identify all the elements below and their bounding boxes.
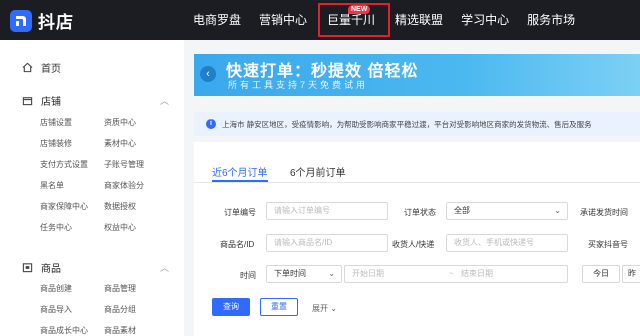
order-status-value: 全部 bbox=[454, 206, 470, 215]
logo-text: 抖店 bbox=[38, 13, 74, 32]
nav-item-learning[interactable]: 学习中心 bbox=[452, 0, 518, 40]
receiver-label: 收货人/快递 bbox=[392, 240, 435, 249]
nav-item-alliance[interactable]: 精选联盟 bbox=[386, 0, 452, 40]
expand-label: 展开 bbox=[312, 304, 328, 313]
sidebar-section-products[interactable]: 商品 ︿ bbox=[22, 260, 169, 275]
home-icon bbox=[22, 62, 33, 73]
sidebar-link[interactable]: 商品成长中心 bbox=[40, 325, 88, 336]
author-label: 买家抖音号 bbox=[588, 240, 628, 249]
today-button[interactable]: 今日 bbox=[582, 265, 620, 283]
sidebar-link[interactable]: 黑名单 bbox=[40, 180, 64, 191]
sidebar-link[interactable]: 商家保障中心 bbox=[40, 201, 88, 212]
time-type-select[interactable]: 下单时间 ⌄ bbox=[266, 265, 342, 283]
chevron-down-icon: ⌄ bbox=[330, 304, 337, 313]
order-no-label: 订单编号 bbox=[224, 208, 256, 217]
nav-item-service-market[interactable]: 服务市场 bbox=[518, 0, 584, 40]
chevron-up-icon[interactable]: ︿ bbox=[160, 94, 169, 107]
sidebar: 首页 店铺 ︿ 店铺设置 资质中心 店铺装修 素材中心 支付方式设置 子账号管理… bbox=[0, 40, 184, 336]
sidebar-link[interactable]: 店铺设置 bbox=[40, 117, 72, 128]
date-separator: ~ bbox=[449, 269, 454, 278]
sidebar-link[interactable]: 资质中心 bbox=[104, 117, 136, 128]
time-label: 时间 bbox=[240, 271, 256, 280]
nav-item-marketing[interactable]: 营销中心 bbox=[250, 0, 316, 40]
order-status-select[interactable]: 全部 ⌄ bbox=[446, 202, 568, 220]
banner-subtitle: 所有工具支持7天免费试用 bbox=[228, 80, 369, 90]
expand-toggle[interactable]: 展开 ⌄ bbox=[312, 303, 337, 314]
main-content: ‹ 快速打单：秒提效 倍轻松 所有工具支持7天免费试用 i 上海市 静安区地区，… bbox=[194, 40, 640, 336]
product-box-icon bbox=[22, 263, 33, 273]
sidebar-link[interactable]: 商品管理 bbox=[104, 283, 136, 294]
chevron-up-icon[interactable]: ︿ bbox=[160, 261, 169, 274]
yesterday-button[interactable]: 昨 bbox=[622, 265, 640, 283]
sidebar-section-label: 店铺 bbox=[41, 97, 61, 108]
time-type-value: 下单时间 bbox=[274, 269, 306, 278]
sidebar-section-label: 商品 bbox=[41, 264, 61, 275]
chevron-down-icon: ⌄ bbox=[328, 269, 335, 278]
sidebar-link[interactable]: 权益中心 bbox=[104, 222, 136, 233]
top-navigation-bar: 抖店 电商罗盘 营销中心 巨量千川 精选联盟 学习中心 服务市场 NEW bbox=[0, 0, 640, 40]
tab-recent-orders[interactable]: 近6个月订单 bbox=[212, 164, 268, 179]
order-status-label: 订单状态 bbox=[404, 208, 436, 217]
order-search-panel: 近6个月订单 6个月前订单 订单编号 请输入订单编号 订单状态 全部 ⌄ 承诺发… bbox=[194, 142, 640, 336]
sidebar-link[interactable]: 支付方式设置 bbox=[40, 159, 88, 170]
sidebar-link[interactable]: 商品创建 bbox=[40, 283, 72, 294]
product-label: 商品名/ID bbox=[220, 240, 255, 249]
date-range-picker[interactable]: 开始日期 ~ 结束日期 bbox=[344, 265, 568, 283]
sidebar-link[interactable]: 商品导入 bbox=[40, 304, 72, 315]
app-logo[interactable]: 抖店 bbox=[10, 8, 74, 33]
notice-bar: i 上海市 静安区地区，受疫情影响，为帮助受影响商家平稳过渡，平台对受影响地区商… bbox=[194, 112, 640, 136]
promo-banner[interactable]: ‹ 快速打单：秒提效 倍轻松 所有工具支持7天免费试用 bbox=[194, 54, 640, 96]
sidebar-link[interactable]: 商家体验分 bbox=[104, 180, 144, 191]
sidebar-link[interactable]: 数据授权 bbox=[104, 201, 136, 212]
sidebar-link[interactable]: 店铺装修 bbox=[40, 138, 72, 149]
sidebar-link[interactable]: 任务中心 bbox=[40, 222, 72, 233]
notice-text: 上海市 静安区地区，受疫情影响，为帮助受影响商家平稳过渡，平台对受影响地区商家的… bbox=[222, 120, 592, 129]
ship-time-label: 承诺发货时间 bbox=[580, 208, 628, 217]
nav-item-compass[interactable]: 电商罗盘 bbox=[184, 0, 250, 40]
tab-divider bbox=[194, 182, 640, 183]
order-no-input[interactable]: 请输入订单编号 bbox=[266, 202, 388, 220]
new-badge: NEW bbox=[348, 5, 371, 14]
reset-button[interactable]: 重置 bbox=[260, 298, 298, 316]
sidebar-link[interactable]: 素材中心 bbox=[104, 138, 136, 149]
sidebar-home-label: 首页 bbox=[41, 64, 61, 75]
info-icon: i bbox=[206, 119, 216, 129]
sidebar-link[interactable]: 商品素材 bbox=[104, 325, 136, 336]
tab-older-orders[interactable]: 6个月前订单 bbox=[290, 164, 346, 179]
receiver-input[interactable]: 收货人、手机或快递号 bbox=[446, 234, 568, 252]
search-button[interactable]: 查询 bbox=[212, 298, 250, 316]
start-date-input[interactable]: 开始日期 bbox=[352, 269, 384, 278]
chevron-down-icon: ⌄ bbox=[554, 206, 561, 215]
chevron-left-icon[interactable]: ‹ bbox=[200, 66, 216, 82]
sidebar-link[interactable]: 商品分组 bbox=[104, 304, 136, 315]
sidebar-item-home[interactable]: 首页 bbox=[22, 60, 61, 75]
logo-icon bbox=[10, 9, 32, 32]
end-date-input[interactable]: 结束日期 bbox=[461, 266, 493, 282]
sidebar-link[interactable]: 子账号管理 bbox=[104, 159, 144, 170]
product-input[interactable]: 请输入商品名/ID bbox=[266, 234, 388, 252]
store-icon bbox=[22, 97, 33, 106]
sidebar-section-store[interactable]: 店铺 ︿ bbox=[22, 93, 169, 108]
